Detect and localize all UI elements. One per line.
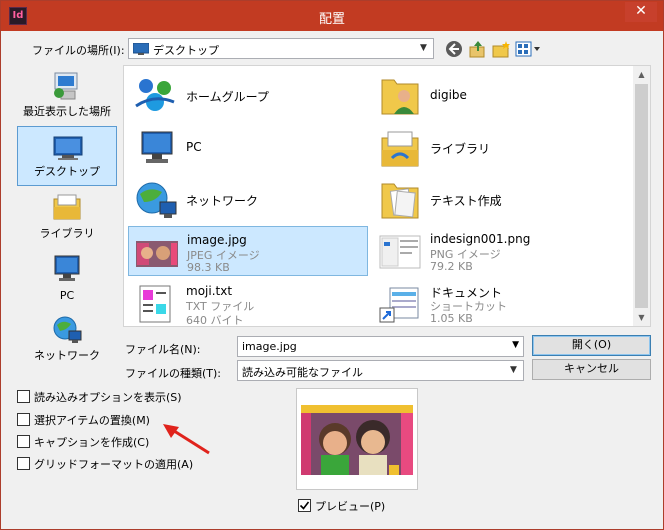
folder-icon: [381, 183, 419, 219]
scroll-thumb[interactable]: [635, 84, 648, 308]
vertical-scrollbar[interactable]: ▲ ▼: [633, 66, 650, 326]
close-button[interactable]: ✕: [625, 2, 657, 22]
place-label: PC: [59, 289, 75, 302]
pc-icon: [54, 255, 80, 281]
preview-thumbnail-image: [301, 405, 413, 475]
file-name: ネットワーク: [186, 194, 259, 208]
text-file-icon: [139, 285, 171, 323]
file-name: indesign001.png: [430, 232, 531, 246]
shortcut-icon: [379, 287, 419, 323]
file-name: image.jpg: [187, 233, 247, 247]
checkmark-icon: [299, 501, 310, 510]
view-menu-icon[interactable]: [515, 39, 541, 59]
back-icon[interactable]: [444, 39, 464, 59]
network-icon: [136, 182, 177, 218]
file-item-selected[interactable]: image.jpg JPEG イメージ 98.3 KB: [128, 226, 368, 276]
cancel-button[interactable]: キャンセル: [532, 359, 651, 380]
file-size: 79.2 KB: [430, 260, 473, 273]
chevron-down-icon[interactable]: ▼: [505, 362, 522, 379]
checkbox[interactable]: [17, 435, 30, 448]
filename-combo[interactable]: image.jpg ▼: [237, 336, 524, 357]
file-name: PC: [186, 140, 202, 154]
filetype-value: 読み込み可能なファイル: [242, 366, 363, 379]
file-item[interactable]: ドキュメント ショートカット 1.05 KB: [372, 278, 612, 328]
annotation-arrow-icon: [163, 424, 210, 455]
file-item[interactable]: テキスト作成: [372, 174, 612, 224]
scroll-up-icon[interactable]: ▲: [633, 66, 650, 83]
file-item[interactable]: ライブラリ: [372, 122, 612, 172]
file-list[interactable]: ホームグループ digibe PC ライブラリ ネットワーク テキスト作成 im…: [123, 65, 651, 327]
option-label: 選択アイテムの置換(M): [34, 414, 150, 427]
location-label: ファイルの場所(I):: [32, 44, 125, 57]
option-label: 読み込みオプションを表示(S): [34, 391, 182, 404]
place-libraries[interactable]: ライブラリ: [17, 187, 117, 247]
places-bar: 最近表示した場所 デスクトップ ライブラリ PC ネットワーク: [13, 65, 121, 369]
filename-value: image.jpg: [242, 340, 297, 353]
scroll-down-icon[interactable]: ▼: [633, 309, 650, 326]
pc-icon: [141, 131, 173, 163]
option-label: キャプションを作成(C): [34, 436, 150, 449]
filetype-label: ファイルの種類(T):: [125, 367, 222, 380]
option-label: グリッドフォーマットの適用(A): [34, 458, 194, 471]
place-label: 最近表示した場所: [23, 105, 111, 118]
homegroup-icon: [135, 79, 175, 111]
title-bar[interactable]: Id 配置 ✕: [1, 1, 663, 31]
jpeg-thumbnail-icon: [136, 241, 178, 267]
file-name: ホームグループ: [186, 90, 269, 104]
location-dropdown[interactable]: デスクトップ ▼: [128, 38, 434, 59]
chevron-down-icon[interactable]: ▼: [512, 340, 519, 350]
checkbox[interactable]: [17, 457, 30, 470]
libraries-icon: [53, 194, 81, 220]
file-item[interactable]: PC: [128, 122, 368, 172]
file-item[interactable]: ホームグループ: [128, 70, 368, 120]
preview-label: プレビュー(P): [315, 500, 386, 513]
file-item[interactable]: ネットワーク: [128, 174, 368, 224]
file-item[interactable]: digibe: [372, 70, 612, 120]
file-item[interactable]: moji.txt TXT ファイル 640 バイト: [128, 278, 368, 328]
filetype-dropdown[interactable]: 読み込み可能なファイル ▼: [237, 360, 524, 381]
location-value: デスクトップ: [153, 44, 219, 57]
file-name: digibe: [430, 88, 467, 102]
up-folder-icon[interactable]: [468, 39, 488, 59]
place-recent[interactable]: 最近表示した場所: [17, 65, 117, 125]
place-network[interactable]: ネットワーク: [17, 309, 117, 369]
place-label: デスクトップ: [34, 165, 100, 178]
file-name: moji.txt: [186, 284, 233, 298]
filename-label: ファイル名(N):: [125, 343, 201, 356]
open-button[interactable]: 開く(O): [532, 335, 651, 356]
dialog-title: 配置: [318, 12, 345, 27]
checkbox[interactable]: [17, 390, 30, 403]
png-thumbnail-icon: [379, 235, 421, 269]
file-name: ライブラリ: [430, 142, 491, 156]
place-label: ライブラリ: [39, 227, 95, 240]
file-size: 640 バイト: [186, 314, 244, 327]
file-size: 98.3 KB: [187, 261, 230, 274]
place-label: ネットワーク: [34, 349, 100, 362]
libraries-icon: [381, 131, 419, 167]
place-pc[interactable]: PC: [17, 248, 117, 308]
preview-pane: [296, 388, 418, 490]
file-name: テキスト作成: [430, 194, 502, 208]
new-folder-icon[interactable]: [491, 39, 511, 59]
desktop-small-icon: [133, 43, 149, 55]
network-icon: [53, 316, 82, 343]
file-item[interactable]: indesign001.png PNG イメージ 79.2 KB: [372, 226, 612, 276]
checkbox-checked[interactable]: [298, 499, 311, 512]
place-dialog: Id 配置 ✕ ファイルの場所(I): デスクトップ ▼ 最近表示した場所 デス…: [0, 0, 664, 530]
checkbox[interactable]: [17, 413, 30, 426]
recent-places-icon: [54, 72, 78, 100]
place-desktop[interactable]: デスクトップ: [17, 126, 117, 186]
user-folder-icon: [381, 79, 419, 115]
file-size: 1.05 KB: [430, 312, 473, 325]
desktop-icon: [53, 136, 83, 160]
chevron-down-icon[interactable]: ▼: [415, 40, 432, 57]
